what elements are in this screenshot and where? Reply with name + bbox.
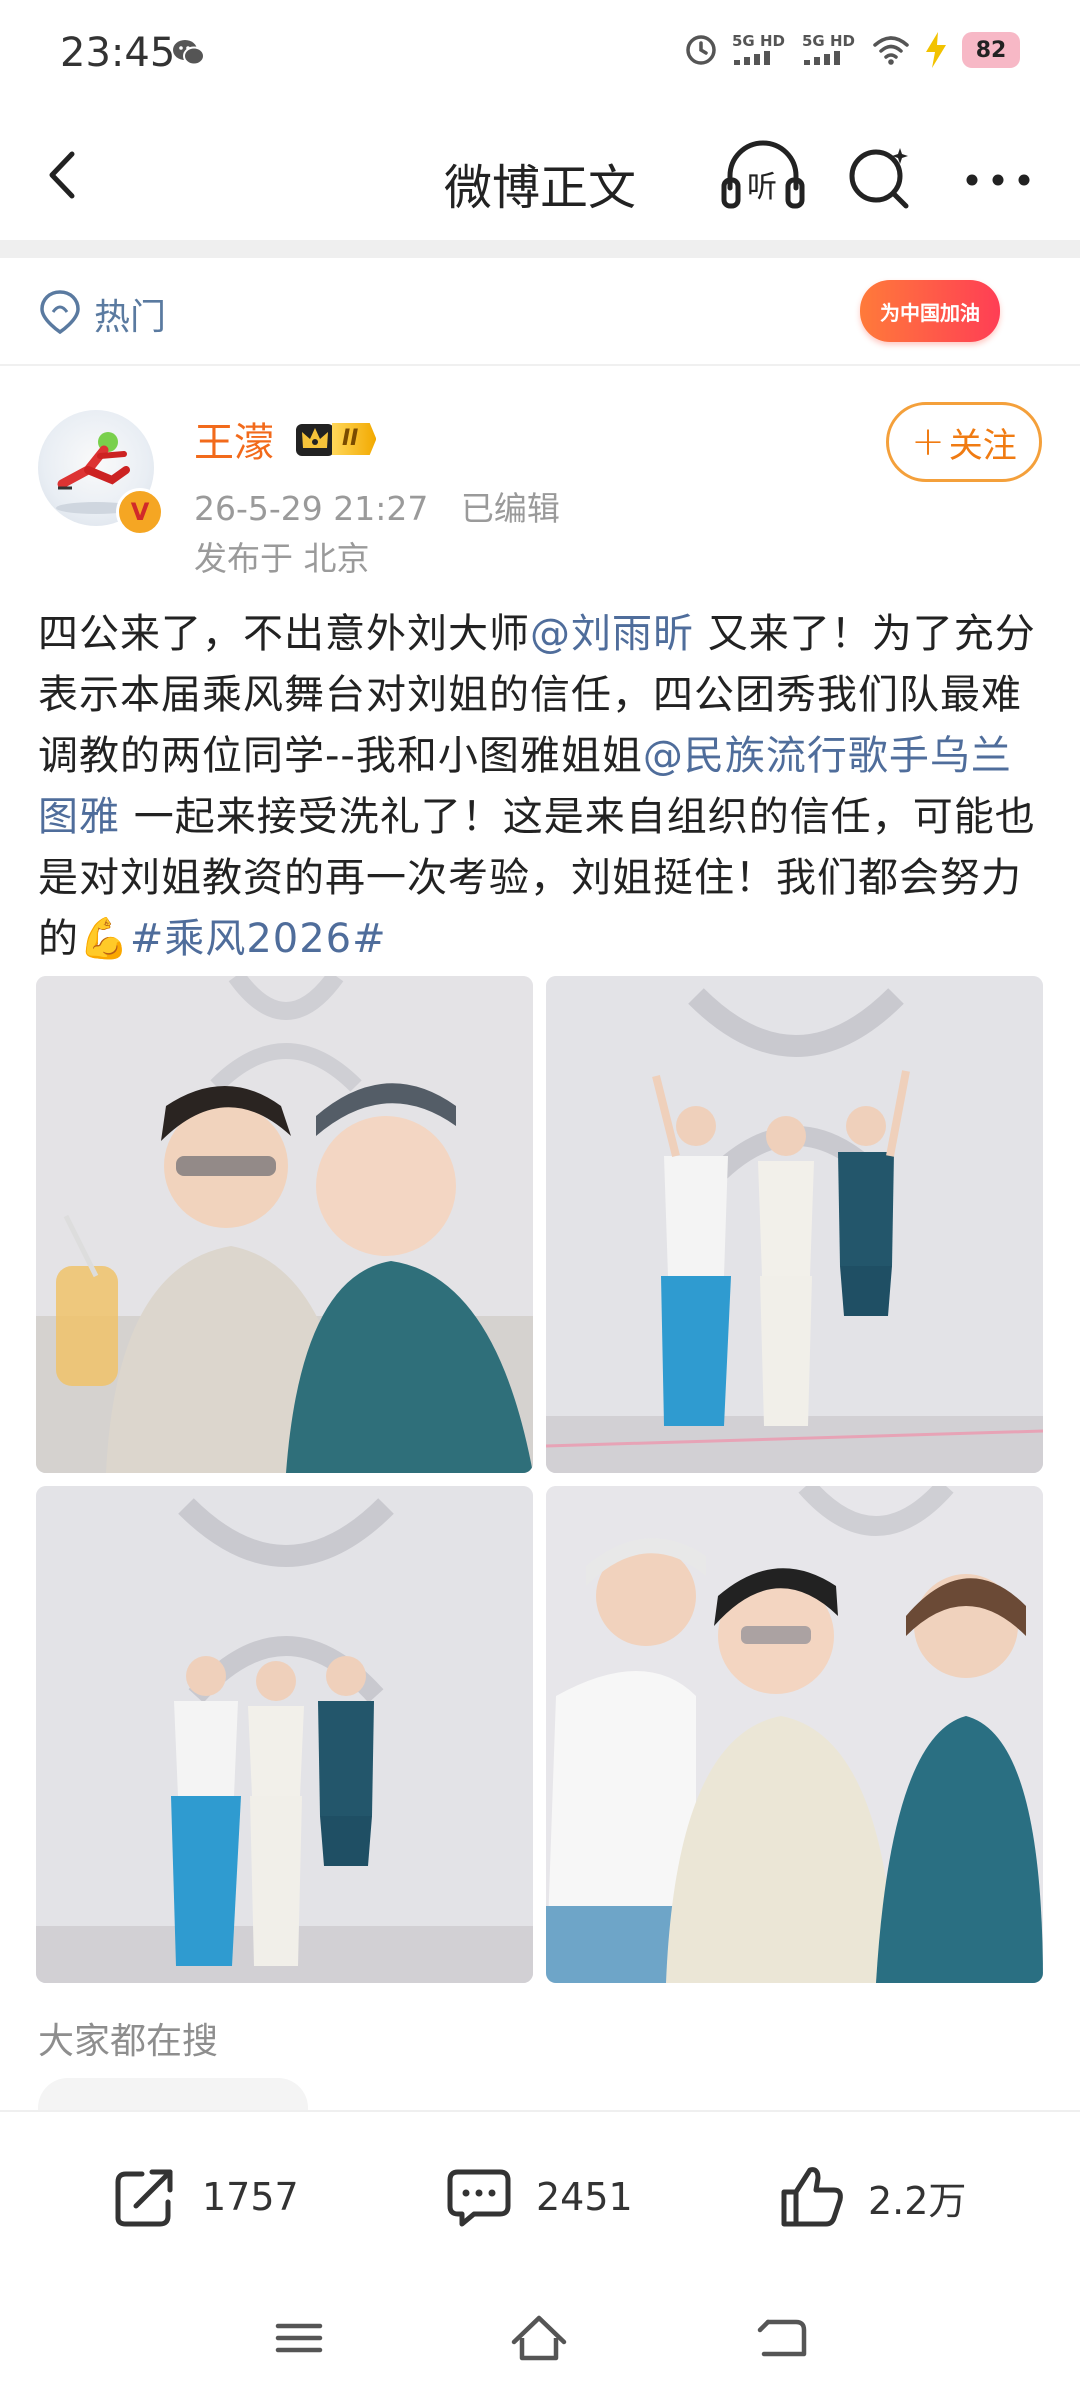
status-bar: 23:45 5G HD 5G HD 82 (0, 0, 1080, 110)
post-header: V 王濛 II 26-5-29 21:27 已编辑 发布于 北京 + 关注 (0, 364, 1080, 594)
post-text-part: 四公来了，不出意外刘大师 (38, 611, 530, 657)
post-location: 发布于 北京 (194, 539, 370, 578)
follow-button[interactable]: + 关注 (886, 402, 1042, 482)
photo-scene (36, 1486, 533, 1983)
home-icon[interactable] (504, 2308, 574, 2368)
post-timestamp: 26-5-29 21:27 (194, 489, 429, 528)
battery-icon: 82 (962, 32, 1020, 68)
status-time: 23:45 (60, 30, 176, 76)
photo-scene (36, 976, 533, 1473)
photo-scene (546, 976, 1043, 1473)
more-icon[interactable] (958, 150, 1038, 210)
photo-grid (36, 976, 1044, 1984)
mention-link[interactable]: @刘雨昕 (530, 611, 694, 657)
vip-level: II (332, 423, 377, 455)
repost-count: 1757 (202, 2175, 299, 2219)
section-divider (0, 240, 1080, 258)
network-1: 5G HD (732, 33, 788, 67)
comment-icon (447, 2169, 511, 2227)
comment-button[interactable]: 2451 (444, 2152, 633, 2242)
hot-label: 热门 (94, 297, 167, 338)
plus-icon: + (911, 419, 945, 465)
signal-icon (804, 51, 840, 65)
system-nav-bar (0, 2280, 1080, 2400)
top-nav-bar: 微博正文 听 (0, 110, 1080, 240)
post-photo-1[interactable] (36, 976, 533, 1473)
follow-label: 关注 (948, 425, 1017, 466)
action-bar: 1757 2451 2.2万 (0, 2110, 1080, 2282)
vip-badge[interactable]: II (294, 418, 406, 460)
post-text: 四公来了，不出意外刘大师@刘雨昕 又来了！为了充分表示本届乘风舞台对刘姐的信任，… (38, 604, 1048, 970)
search-section-title: 大家都在搜 (38, 2021, 219, 2062)
listen-button[interactable]: 听 (718, 136, 808, 216)
crown-icon (296, 424, 334, 456)
like-button[interactable]: 2.2万 (776, 2152, 966, 2242)
repost-icon (115, 2169, 173, 2227)
comment-count: 2451 (536, 2175, 633, 2219)
username[interactable]: 王濛 (194, 410, 274, 468)
repost-button[interactable]: 1757 (110, 2152, 299, 2242)
topic-link[interactable]: #乘风2026# (130, 916, 387, 962)
photo-scene (546, 1486, 1043, 1983)
post-photo-2[interactable] (546, 976, 1043, 1473)
wifi-icon (873, 36, 909, 65)
post-photo-3[interactable] (36, 1486, 533, 1983)
listen-label: 听 (747, 170, 777, 205)
post-photo-4[interactable] (546, 1486, 1043, 1983)
back-icon[interactable] (30, 140, 100, 210)
like-count: 2.2万 (868, 2178, 967, 2223)
verified-badge-icon: V (116, 488, 164, 536)
status-icons: 5G HD 5G HD 82 (684, 32, 1020, 68)
battery-level: 82 (975, 37, 1007, 63)
thumbs-up-icon (781, 2167, 843, 2227)
network-2: 5G HD (802, 33, 858, 67)
system-back-icon[interactable] (746, 2308, 816, 2368)
search-icon[interactable] (840, 138, 920, 218)
promo-text: 为中国加油 (880, 300, 980, 325)
flexed-biceps-emoji: 💪 (79, 916, 130, 962)
charging-icon (926, 32, 946, 68)
promo-badge[interactable]: 为中国加油 (860, 280, 1000, 342)
signal-icon (734, 51, 770, 65)
location-pin-icon (40, 290, 80, 335)
wechat-icon (173, 40, 205, 66)
post-meta: 26-5-29 21:27 已编辑 (194, 482, 560, 530)
menu-icon[interactable] (264, 2308, 334, 2368)
alarm-icon (686, 35, 716, 65)
hot-row[interactable]: 热门 为中国加油 (0, 258, 1080, 366)
edited-label[interactable]: 已编辑 (461, 489, 560, 528)
